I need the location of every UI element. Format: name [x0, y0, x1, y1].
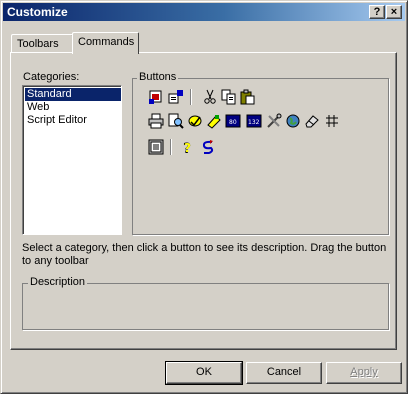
- svg-text:?: ?: [184, 141, 191, 155]
- tools-icon[interactable]: [265, 112, 283, 130]
- apply-button-label: Apply: [350, 366, 378, 378]
- svg-text:132: 132: [248, 119, 260, 126]
- cancel-button-label: Cancel: [266, 366, 302, 378]
- ok-button[interactable]: OK: [165, 361, 243, 385]
- toolbar-separator-2: [170, 139, 172, 155]
- toolbar-separator: [190, 89, 192, 105]
- description-label: Description: [28, 276, 88, 288]
- undo-icon[interactable]: [199, 138, 217, 156]
- categories-list[interactable]: Standard Web Script Editor: [22, 85, 122, 235]
- properties-icon[interactable]: [147, 138, 165, 156]
- description-groupbox: [22, 283, 389, 330]
- copy-icon[interactable]: [220, 88, 238, 106]
- format-painter-icon[interactable]: [205, 112, 223, 130]
- help-icon[interactable]: ??: [179, 138, 197, 156]
- print-icon[interactable]: [147, 112, 165, 130]
- categories-label: Categories:: [23, 71, 80, 83]
- globe-icon[interactable]: [284, 112, 302, 130]
- customize-dialog: Customize ? × Toolbars Commands Categori…: [0, 0, 408, 394]
- category-item-standard[interactable]: Standard: [25, 88, 121, 101]
- view-132-icon[interactable]: 132: [245, 112, 263, 130]
- print-preview-icon[interactable]: [167, 112, 185, 130]
- paste-icon[interactable]: [239, 88, 257, 106]
- category-item-web[interactable]: Web: [25, 101, 121, 114]
- grid-icon[interactable]: [323, 112, 341, 130]
- view-80-icon[interactable]: 80: [224, 112, 242, 130]
- new-document-icon[interactable]: [147, 88, 165, 106]
- eraser-icon[interactable]: [303, 112, 321, 130]
- apply-button[interactable]: Apply: [326, 362, 402, 384]
- ok-button-label: OK: [196, 366, 212, 378]
- hint-text: Select a category, then click a button t…: [22, 242, 387, 267]
- cancel-button[interactable]: Cancel: [246, 362, 322, 384]
- category-item-script-editor[interactable]: Script Editor: [25, 114, 121, 127]
- cut-icon[interactable]: [201, 88, 219, 106]
- svg-text:80: 80: [229, 119, 237, 126]
- buttons-group-label: Buttons: [137, 71, 179, 83]
- spelling-icon[interactable]: [186, 112, 204, 130]
- open-icon[interactable]: [167, 88, 185, 106]
